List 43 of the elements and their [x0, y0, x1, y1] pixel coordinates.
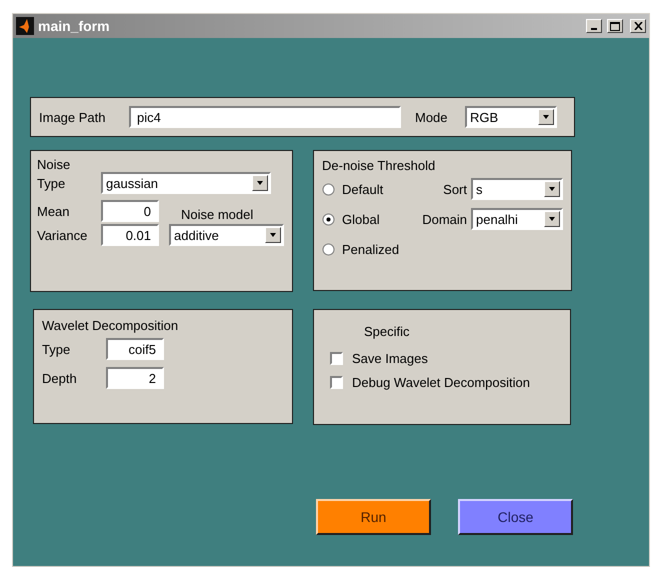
field-label: Domain	[422, 212, 467, 226]
field-label: Sort	[443, 182, 467, 196]
checkbox-option[interactable]: Debug Wavelet Decomposition	[330, 375, 530, 390]
action-button[interactable]: Close	[458, 499, 573, 535]
panel-title: Wavelet Decomposition	[42, 318, 180, 333]
radio-button[interactable]	[322, 242, 335, 256]
radio-button[interactable]	[322, 212, 335, 226]
field-label: Variance	[37, 228, 88, 242]
dropdown[interactable]: penalhi	[471, 208, 563, 230]
close-button[interactable]	[630, 19, 646, 33]
depth-field[interactable]: 2	[106, 367, 164, 389]
checkbox[interactable]	[330, 352, 343, 365]
field-label: Image Path	[39, 110, 106, 124]
image-path-field[interactable]: pic4	[129, 106, 401, 128]
noise-model-dropdown[interactable]: additive	[169, 224, 284, 246]
wavelet-type-field[interactable]: coif5	[106, 338, 164, 360]
mode-dropdown[interactable]: RGB	[465, 106, 557, 128]
minimize-button[interactable]	[586, 19, 602, 33]
action-button[interactable]: Run	[316, 499, 431, 535]
maximize-icon	[610, 22, 620, 30]
noise-type-dropdown[interactable]: gaussian	[101, 172, 271, 194]
panel-title: Specific	[364, 324, 411, 339]
close-icon	[634, 22, 642, 30]
window-title: main_form	[38, 18, 111, 34]
checkbox[interactable]	[330, 376, 343, 389]
radio-option[interactable]: Penalized	[322, 242, 407, 256]
maximize-button[interactable]	[607, 19, 623, 33]
radio-option[interactable]: Global	[322, 212, 407, 226]
variance-field[interactable]: 0.01	[101, 224, 159, 246]
mean-field[interactable]: 0	[101, 200, 159, 222]
checkbox-option[interactable]: Save Images	[330, 351, 428, 366]
field-label: Mode	[415, 110, 449, 124]
field-label: Mean	[37, 204, 71, 218]
field-label: Depth	[42, 370, 78, 386]
panel-title: De-noise Threshold	[322, 158, 436, 173]
dropdown[interactable]: s	[471, 178, 563, 200]
field-label: Type	[37, 176, 66, 190]
field-label: Noise model	[181, 207, 254, 222]
radio-option[interactable]: Default	[322, 182, 407, 196]
radio-button[interactable]	[322, 182, 335, 196]
field-label: Type	[42, 342, 72, 356]
app-logo-icon	[16, 17, 34, 35]
panel-title: Noise	[37, 157, 72, 172]
